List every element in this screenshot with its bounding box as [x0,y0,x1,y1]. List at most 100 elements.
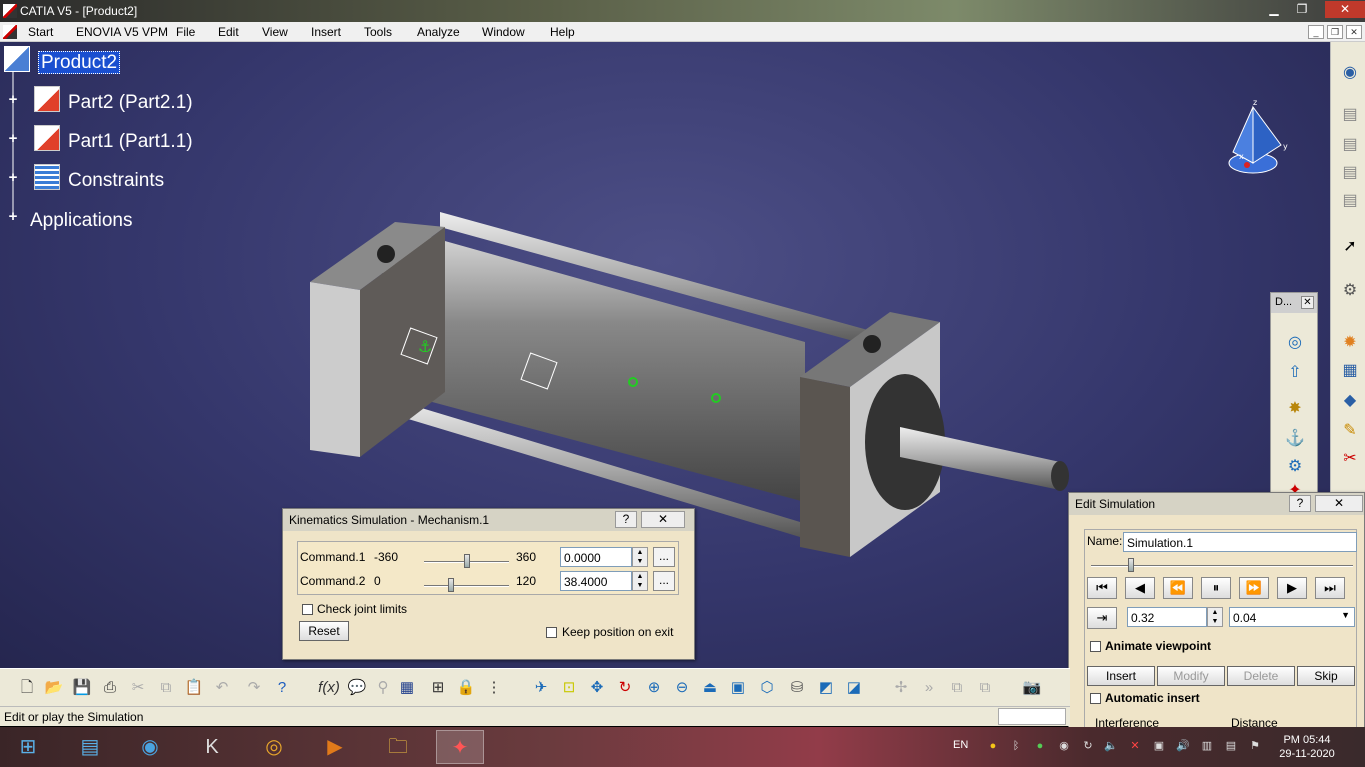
redo-icon[interactable]: ↷ [243,677,265,699]
step-forward-button[interactable]: ⏩ [1239,577,1269,599]
zoom-out-icon[interactable]: ⊖ [671,677,693,699]
whats-this-help-icon[interactable]: ? [271,677,293,699]
media-player-icon[interactable]: ▶ [311,730,359,764]
tree-item-applications[interactable]: Applications [30,210,132,232]
automatic-insert-checkbox[interactable] [1090,693,1101,704]
tree-root-label[interactable]: Product2 [38,51,121,74]
expand-constraints-icon[interactable]: + [6,170,20,185]
step-value-input[interactable]: 0.32 [1127,607,1207,627]
mdi-minimize-button[interactable]: _ [1308,25,1324,39]
menu-analyze[interactable]: Analyze [417,25,460,39]
joint-revolute-icon[interactable]: ◎ [1283,331,1307,355]
mdi-close-button[interactable]: ✕ [1346,25,1362,39]
select-arrow-icon[interactable]: ➚ [1339,236,1361,258]
command1-slider-thumb[interactable] [464,554,470,568]
command-input[interactable] [998,708,1066,725]
camera-icon[interactable]: 📷 [1021,677,1043,699]
menu-view[interactable]: View [262,25,288,39]
windows-start-icon[interactable]: ⊞ [4,730,52,764]
command2-slider-thumb[interactable] [448,578,454,592]
menu-start[interactable]: Start [28,25,53,39]
film-icon[interactable]: ▦ [1339,360,1361,382]
kinematics-close-button[interactable]: ✕ [641,511,685,528]
tray-icon[interactable]: ✕ [1128,739,1142,753]
command2-slider-track[interactable] [424,585,509,587]
animate-viewpoint-checkbox[interactable] [1090,641,1101,652]
catia-taskbar-icon[interactable]: ✦ [436,730,484,764]
new-file-icon[interactable]: 🗋 [16,677,38,699]
fixed-part-icon[interactable]: ⚓ [1283,427,1307,451]
step-size-select[interactable]: 0.04 ▼ [1229,607,1355,627]
browser-icon[interactable]: ◉ [126,730,174,764]
menu-help[interactable]: Help [550,25,575,39]
assembly-constraint-icon[interactable]: ⚙ [1283,455,1307,479]
mechanism-icon[interactable]: ▤ [1339,134,1361,156]
menu-insert[interactable]: Insert [311,25,341,39]
skip-button[interactable]: Skip [1297,666,1355,686]
control-panel-icon[interactable]: ▤ [66,730,114,764]
sheet-icon[interactable]: ⧉ [946,677,968,699]
play-forward-button[interactable]: ▶ [1277,577,1307,599]
volume-icon[interactable]: 🔈 [1104,739,1118,753]
cut-icon[interactable]: ✂ [127,677,149,699]
speaker-icon[interactable]: 🔊 [1176,739,1190,753]
menu-window[interactable]: Window [482,25,525,39]
step-spinner[interactable]: ▲ ▼ [1207,607,1223,627]
shading-icon[interactable]: ⛁ [786,677,808,699]
compile-icon[interactable]: ▤ [1339,104,1361,126]
menu-file[interactable]: File [176,25,195,39]
expand-part2-icon[interactable]: + [6,92,20,107]
simulation-icon[interactable]: ▤ [1339,190,1361,212]
command1-value-input[interactable]: 0.0000 [560,547,632,567]
kinematics-help-button[interactable]: ? [615,511,637,528]
joint-icon[interactable]: ✹ [1339,332,1361,354]
tree-item-constraints[interactable]: Constraints [68,170,164,192]
command2-value-input[interactable]: 38.4000 [560,571,632,591]
tree-item-part1[interactable]: Part1 (Part1.1) [68,131,193,153]
copy-icon[interactable]: ⧉ [155,677,177,699]
insert-button[interactable]: Insert [1087,666,1155,686]
reset-button[interactable]: Reset [299,621,349,641]
command2-spinner[interactable]: ▲ ▼ [632,571,648,591]
link-icon[interactable]: ⚲ [372,677,394,699]
chrome-icon[interactable]: ◎ [250,730,298,764]
print-icon[interactable]: ⎙ [99,677,121,699]
tray-icon[interactable]: ● [1033,739,1047,753]
tools-icon[interactable]: ✂ [1339,448,1361,470]
play-backward-button[interactable]: ◀ [1125,577,1155,599]
jump-to-end-button[interactable]: ⏭ [1315,577,1345,599]
lock-icon[interactable]: 🔒 [455,677,477,699]
tree-item-part2[interactable]: Part2 (Part2.1) [68,92,193,114]
clipboard-icon[interactable]: ▤ [1224,739,1238,753]
modify-button[interactable]: Modify [1157,666,1225,686]
delete-button[interactable]: Delete [1227,666,1295,686]
step-backward-button[interactable]: ⏪ [1163,577,1193,599]
kinematics-dialog-titlebar[interactable]: Kinematics Simulation - Mechanism.1 ? ✕ [283,509,694,531]
tree-root-product[interactable]: Product2 [38,51,121,74]
joint-prismatic-icon[interactable]: ⇧ [1283,361,1307,385]
k7-icon[interactable]: K [188,730,236,764]
network-icon[interactable]: ▥ [1200,739,1214,753]
iso-view-icon[interactable]: ⬡ [756,677,778,699]
edit-sim-close-button[interactable]: ✕ [1315,495,1363,512]
cube-icon[interactable]: ◆ [1339,390,1361,412]
dmu-toolbar-header[interactable]: D... ✕ [1271,293,1317,313]
expand-applications-icon[interactable]: + [6,209,20,224]
expand-part1-icon[interactable]: + [6,131,20,146]
file-explorer-icon[interactable]: 🗀 [374,730,422,764]
formula-icon[interactable]: f(x) [318,677,340,699]
product-icon[interactable] [4,46,30,72]
command2-more-button[interactable]: ... [653,571,675,591]
system-clock[interactable]: PM 05:44 29-11-2020 [1272,733,1342,761]
workbench-icon[interactable]: ◉ [1339,62,1361,84]
menu-tools[interactable]: Tools [364,25,392,39]
jump-to-start-button[interactable]: ⏮ [1087,577,1117,599]
hierarchy-icon[interactable]: ⋮ [483,677,505,699]
tray-icon[interactable]: ◉ [1057,739,1071,753]
menu-edit[interactable]: Edit [218,25,239,39]
flag-icon[interactable]: ⚑ [1248,739,1262,753]
rotate-icon[interactable]: ↻ [614,677,636,699]
restore-button[interactable]: ❐ [1290,1,1314,18]
multi-view-icon[interactable]: ▣ [727,677,749,699]
language-indicator[interactable]: EN [953,739,968,751]
